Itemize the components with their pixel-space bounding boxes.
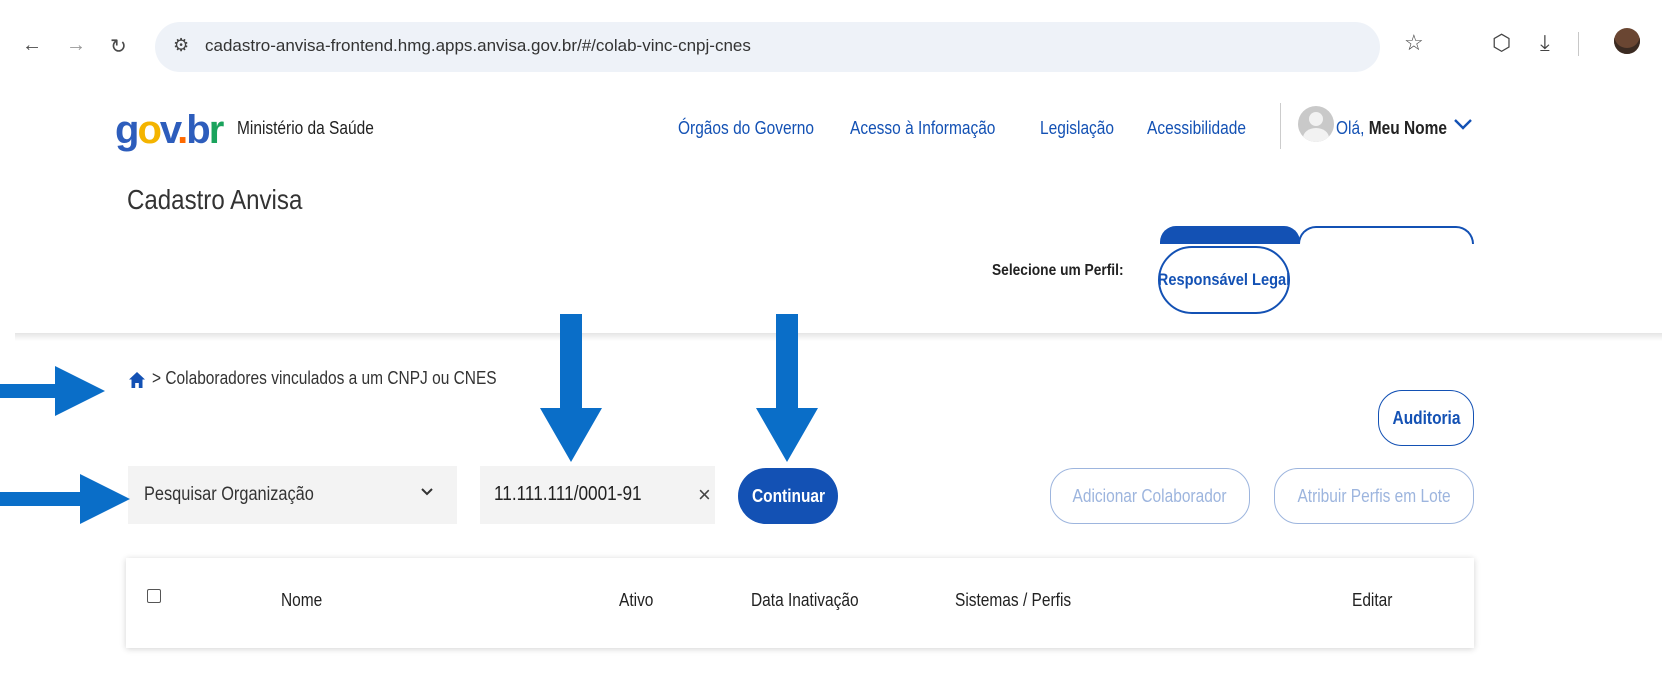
user-name: Meu Nome	[1368, 118, 1447, 138]
breadcrumb-current: Colaboradores vinculados a um CNPJ ou CN…	[165, 368, 497, 388]
input-value[interactable]: 11.111.111/0001-91	[494, 483, 642, 506]
breadcrumb: > Colaboradores vinculados a um CNPJ ou …	[152, 368, 497, 389]
home-icon[interactable]	[128, 371, 146, 389]
column-data-inativacao[interactable]: Data Inativação	[751, 590, 859, 611]
collaborators-table-header: Nome Ativo Data Inativação Sistemas / Pe…	[126, 558, 1474, 648]
profile-label: Selecione um Perfil:	[992, 262, 1124, 279]
header-shadow	[15, 333, 1662, 341]
header-divider	[1280, 103, 1281, 149]
continuar-button[interactable]: Continuar	[738, 468, 838, 524]
user-greeting[interactable]: Olá, Meu Nome	[1336, 118, 1447, 139]
address-bar[interactable]: ⚙ cadastro-anvisa-frontend.hmg.apps.anvi…	[155, 22, 1380, 72]
browser-profile-avatar[interactable]	[1614, 28, 1640, 54]
toolbar-divider	[1578, 32, 1579, 56]
auditoria-button[interactable]: Auditoria	[1378, 390, 1474, 446]
back-icon[interactable]: ←	[22, 34, 42, 57]
select-value: Pesquisar Organização	[144, 484, 314, 505]
reload-icon[interactable]: ↻	[110, 34, 127, 59]
chevron-down-icon[interactable]	[1453, 115, 1473, 136]
column-editar[interactable]: Editar	[1352, 590, 1392, 611]
clear-icon[interactable]: ×	[698, 482, 711, 508]
extensions-icon[interactable]: ⬡	[1492, 30, 1511, 56]
assign-profiles-batch-button[interactable]: Atribuir Perfis em Lote	[1274, 468, 1474, 524]
link-legislacao[interactable]: Legislação	[1040, 118, 1114, 139]
link-acesso-informacao[interactable]: Acesso à Informação	[850, 118, 995, 139]
profile-responsavel-legal-button[interactable]: Responsável Legal	[1158, 246, 1290, 314]
search-organization-select[interactable]: Pesquisar Organização	[128, 466, 457, 524]
app-title: Cadastro Anvisa	[127, 184, 303, 215]
column-ativo[interactable]: Ativo	[619, 590, 653, 611]
column-nome[interactable]: Nome	[281, 590, 322, 611]
annotation-arrow-right-icon	[0, 474, 130, 524]
site-settings-icon[interactable]: ⚙	[173, 35, 189, 56]
column-sistemas-perfis[interactable]: Sistemas / Perfis	[955, 590, 1071, 611]
browser-toolbar: ← → ↻ ⚙ cadastro-anvisa-frontend.hmg.app…	[0, 0, 1662, 95]
add-collaborator-button[interactable]: Adicionar Colaborador	[1050, 468, 1250, 524]
gov-br-logo[interactable]: gov.br	[115, 110, 224, 150]
cnpj-search-input[interactable]: 11.111.111/0001-91 ×	[480, 466, 715, 524]
url-text[interactable]: cadastro-anvisa-frontend.hmg.apps.anvisa…	[205, 36, 751, 56]
annotation-arrow-down-icon	[540, 314, 602, 462]
breadcrumb-separator: >	[152, 368, 162, 388]
bookmark-star-icon[interactable]: ☆	[1404, 30, 1424, 56]
forward-icon[interactable]: →	[66, 34, 86, 57]
download-icon[interactable]: ⤓	[1540, 30, 1550, 56]
link-orgaos-governo[interactable]: Órgãos do Governo	[678, 118, 814, 139]
ministry-name: Ministério da Saúde	[237, 118, 374, 138]
select-all-checkbox[interactable]	[147, 589, 161, 603]
annotation-arrow-down-icon	[756, 314, 818, 462]
link-acessibilidade[interactable]: Acessibilidade	[1147, 118, 1246, 139]
annotation-arrow-right-icon	[0, 366, 105, 416]
chevron-down-icon	[420, 484, 434, 502]
user-avatar[interactable]	[1298, 106, 1334, 142]
